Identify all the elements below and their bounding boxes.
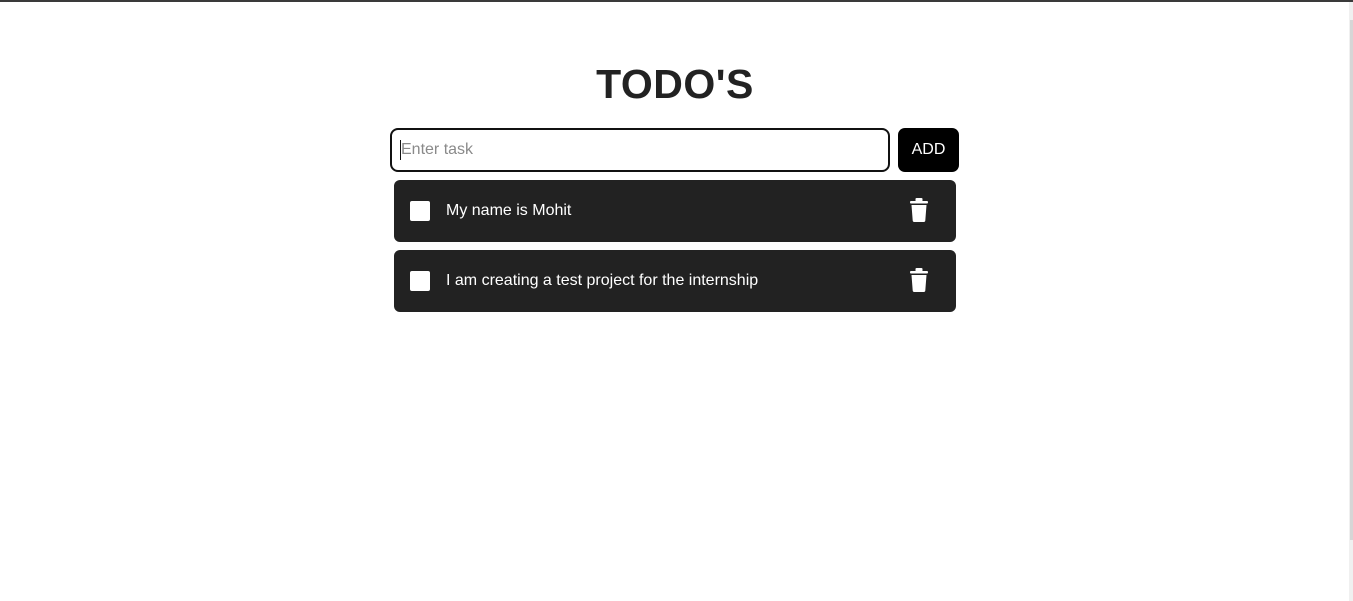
trash-icon bbox=[910, 198, 928, 222]
todo-checkbox[interactable] bbox=[410, 201, 430, 221]
todo-text: My name is Mohit bbox=[446, 202, 572, 219]
text-caret bbox=[400, 140, 401, 160]
trash-icon bbox=[910, 268, 928, 292]
todo-list: My name is Mohit I am creating a test pr… bbox=[394, 180, 956, 320]
add-button[interactable]: ADD bbox=[898, 128, 959, 172]
delete-button[interactable] bbox=[904, 198, 934, 226]
todo-text: I am creating a test project for the int… bbox=[446, 272, 759, 289]
todo-item: My name is Mohit bbox=[394, 180, 956, 242]
window-top-border bbox=[0, 0, 1353, 2]
todo-checkbox[interactable] bbox=[410, 271, 430, 291]
task-input[interactable] bbox=[390, 128, 890, 172]
delete-button[interactable] bbox=[904, 268, 934, 296]
add-task-form: ADD bbox=[390, 128, 959, 172]
todo-item: I am creating a test project for the int… bbox=[394, 250, 956, 312]
page-title: TODO'S bbox=[596, 61, 754, 107]
